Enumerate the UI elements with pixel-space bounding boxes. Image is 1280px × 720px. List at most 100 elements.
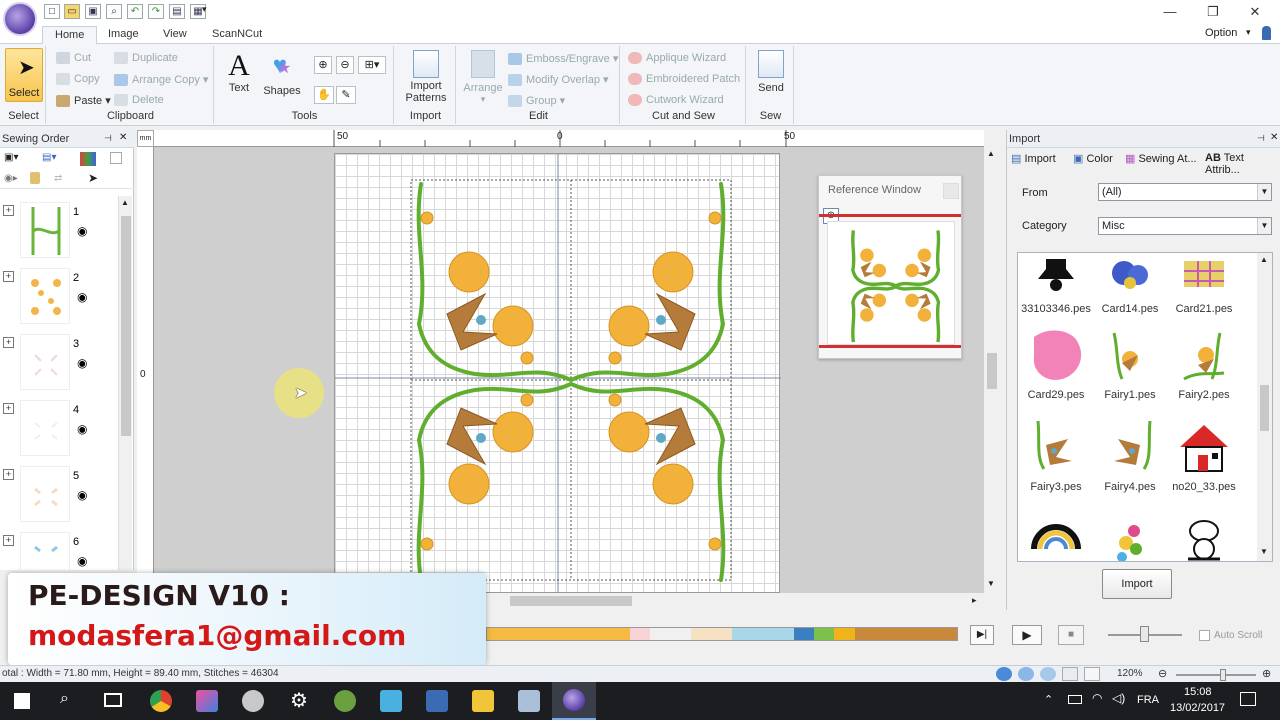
option-dropdown-icon[interactable]: ▾ <box>1246 27 1251 38</box>
visibility-icon[interactable]: ◉▸ <box>4 173 18 184</box>
panel-pin-icon[interactable]: ⊣ <box>1257 133 1265 144</box>
save-icon[interactable]: ▣ <box>85 4 101 19</box>
pattern-item[interactable]: Fairy4.pes <box>1094 417 1166 507</box>
zoom-in-icon[interactable]: ⊕ <box>1262 667 1271 680</box>
import-patterns-button[interactable]: Import Patterns <box>400 50 452 104</box>
view-design-icon[interactable] <box>996 667 1012 681</box>
gallery-scrollbar[interactable]: ▲ ▼ <box>1257 253 1272 561</box>
copy-button[interactable]: Copy <box>56 73 100 86</box>
pointer-icon[interactable]: ➤ <box>88 171 98 185</box>
list-item[interactable]: + 2 ◉ <box>0 268 118 330</box>
zoom-icon[interactable]: ⌕ <box>106 4 122 19</box>
tab-import[interactable]: ▤ Import <box>1011 152 1056 165</box>
tray-chevron-icon[interactable]: ⌃ <box>1044 693 1053 706</box>
reference-window[interactable]: Reference Window ⊕ <box>818 175 962 359</box>
modify-overlap-button[interactable]: Modify Overlap ▾ <box>508 73 609 87</box>
app-icon-pink[interactable] <box>196 690 218 712</box>
tab-text-attributes[interactable]: AB Text Attrib... <box>1205 152 1280 176</box>
new-file-icon[interactable]: □ <box>44 4 60 19</box>
list-item[interactable]: + 3 ◉ <box>0 334 118 396</box>
arrange-button[interactable]: Arrange ▾ <box>462 50 504 105</box>
tab-sewing-attributes[interactable]: ▦ Sewing At... <box>1125 152 1197 165</box>
thread-color-segment[interactable] <box>813 628 835 640</box>
eye-icon[interactable]: ◉ <box>77 422 87 436</box>
reference-close-icon[interactable] <box>943 183 959 199</box>
expand-icon[interactable]: + <box>3 337 14 348</box>
panel-pin-icon[interactable]: ⊣ <box>104 133 112 144</box>
arrange-copy-button[interactable]: Arrange Copy ▾ <box>114 73 208 87</box>
view-stitch-icon[interactable] <box>1018 667 1034 681</box>
pe-design-taskbar-button[interactable] <box>552 682 596 720</box>
clock-date[interactable]: 13/02/2017 <box>1170 702 1225 714</box>
windows-start-icon[interactable] <box>14 693 30 709</box>
cut-button[interactable]: Cut <box>56 52 91 65</box>
pattern-item[interactable]: Fairy2.pes <box>1168 325 1240 415</box>
thread-color-segment[interactable] <box>691 628 733 640</box>
speed-slider[interactable] <box>1108 626 1182 642</box>
minimize-icon[interactable]: — <box>1155 2 1185 22</box>
slider-thumb[interactable] <box>1140 626 1149 642</box>
thread-color-segment[interactable] <box>793 628 814 640</box>
search-icon[interactable]: ⌕ <box>60 690 69 708</box>
list-item[interactable]: + 1 ◉ <box>0 202 118 264</box>
pattern-item[interactable]: no20_33.pes <box>1168 417 1240 507</box>
duplicate-button[interactable]: Duplicate <box>114 52 178 65</box>
design-page[interactable] <box>334 153 781 594</box>
quick-access-dropdown-icon[interactable]: ▾ <box>202 4 207 15</box>
play-button[interactable]: ▶ <box>1012 625 1042 645</box>
expand-icon[interactable]: + <box>3 205 14 216</box>
skip-end-button[interactable]: ▶| <box>970 625 994 645</box>
sort-icon[interactable]: ▣▾ <box>4 152 30 166</box>
redo-icon[interactable]: ↷ <box>148 4 164 19</box>
list-item[interactable]: + 6 ◉ <box>0 532 118 570</box>
list-item[interactable]: + 4 ◉ <box>0 400 118 462</box>
applique-wizard-button[interactable]: Applique Wizard <box>628 52 726 65</box>
undo-icon[interactable]: ↶ <box>127 4 143 19</box>
pattern-item[interactable] <box>1094 509 1166 561</box>
tab-image[interactable]: Image <box>96 26 151 44</box>
from-select[interactable]: (All) ▼ <box>1098 183 1272 201</box>
pan-hand-icon[interactable]: ✋ <box>314 86 334 104</box>
clock-time[interactable]: 15:08 <box>1184 686 1212 698</box>
pattern-item[interactable]: Fairy1.pes <box>1094 325 1166 415</box>
battery-icon[interactable] <box>1068 695 1082 704</box>
eye-icon[interactable]: ◉ <box>77 356 87 370</box>
measure-icon[interactable]: ✎ <box>336 86 356 104</box>
thread-color-segment[interactable] <box>568 628 631 640</box>
pattern-item[interactable]: Fairy3.pes <box>1020 417 1092 507</box>
panel-close-icon[interactable]: ✕ <box>119 132 127 143</box>
embroidered-patch-button[interactable]: Embroidered Patch <box>628 73 740 86</box>
language-indicator[interactable]: FRA <box>1137 694 1159 706</box>
shapes-button[interactable]: ♥★ Shapes <box>262 50 302 97</box>
app-logo-icon[interactable] <box>3 2 37 36</box>
thread-color-segment[interactable] <box>487 628 569 640</box>
preview-icon[interactable]: ▤ <box>169 4 185 19</box>
view-grid-icon[interactable] <box>1062 667 1078 681</box>
expand-icon[interactable]: + <box>3 403 14 414</box>
user-icon[interactable] <box>1262 26 1271 40</box>
move-icon[interactable]: ⇄ <box>54 173 62 184</box>
volume-icon[interactable]: ◁) <box>1112 691 1125 705</box>
emboss-engrave-button[interactable]: Emboss/Engrave ▾ <box>508 52 618 66</box>
paste-button[interactable]: Paste ▾ <box>56 94 111 108</box>
app-icon-monitor[interactable] <box>426 690 448 712</box>
settings-gear-icon[interactable]: ⚙ <box>288 690 310 712</box>
thread-color-segment[interactable] <box>834 628 855 640</box>
cutwork-wizard-button[interactable]: Cutwork Wizard <box>628 94 724 107</box>
merge-colors-icon[interactable] <box>80 152 96 166</box>
thread-color-segment[interactable] <box>732 628 794 640</box>
view-page-icon[interactable] <box>1084 667 1100 681</box>
eye-icon[interactable]: ◉ <box>77 224 87 238</box>
group-button[interactable]: Group ▾ <box>508 94 565 108</box>
zoom-slider-thumb[interactable] <box>1220 669 1226 681</box>
auto-scroll-checkbox[interactable] <box>1199 630 1210 641</box>
stop-button[interactable]: ■ <box>1058 625 1084 645</box>
app-icon-notepad[interactable] <box>380 690 402 712</box>
pattern-item[interactable]: 33103346.pes <box>1020 253 1092 329</box>
sewing-scrollbar[interactable]: ▲ <box>118 196 132 570</box>
app-icon-screen[interactable] <box>518 690 540 712</box>
list-item[interactable]: + 5 ◉ <box>0 466 118 528</box>
option-menu[interactable]: Option <box>1205 27 1237 39</box>
expand-icon[interactable]: + <box>3 469 14 480</box>
app-icon-pen[interactable] <box>242 690 264 712</box>
